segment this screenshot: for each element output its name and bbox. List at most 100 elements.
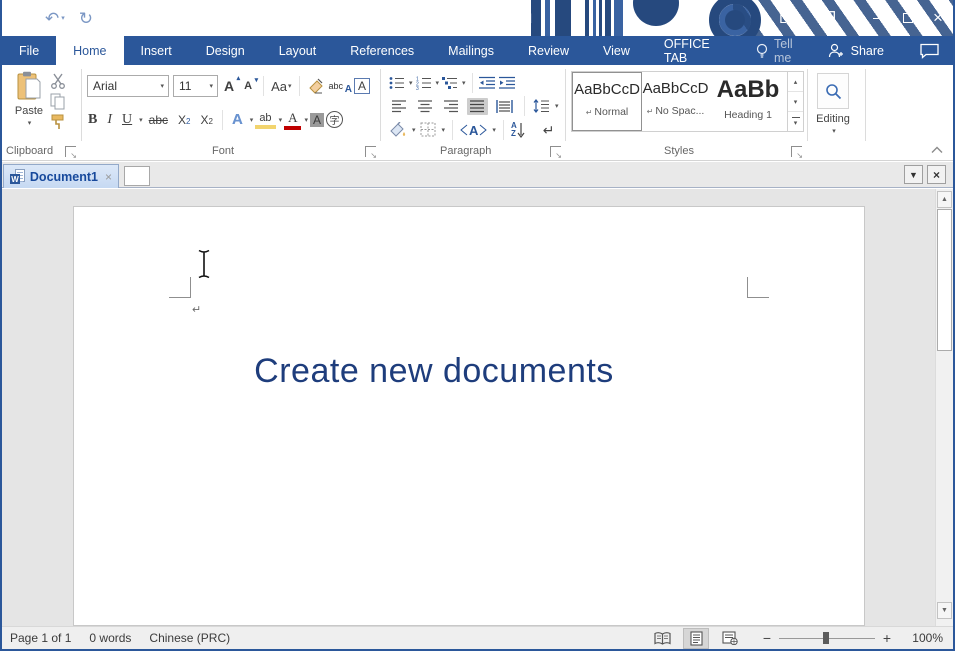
tab-home[interactable]: Home bbox=[56, 36, 123, 65]
align-left-icon[interactable] bbox=[389, 98, 410, 115]
tab-references[interactable]: References bbox=[333, 36, 431, 65]
zoom-in-icon[interactable]: + bbox=[879, 630, 895, 646]
subscript-button[interactable]: X2 bbox=[174, 111, 194, 129]
phonetic-guide-button[interactable]: abcA bbox=[329, 81, 351, 91]
bullets-button[interactable] bbox=[389, 76, 405, 90]
tell-me-box[interactable]: Tell me bbox=[746, 36, 818, 65]
tab-file[interactable]: File bbox=[2, 36, 56, 65]
text-effects-button[interactable]: A bbox=[228, 109, 247, 130]
maximize-button[interactable] bbox=[893, 0, 923, 36]
tab-review[interactable]: Review bbox=[511, 36, 586, 65]
bold-button[interactable]: B bbox=[84, 110, 101, 130]
strikethrough-button[interactable]: abc bbox=[145, 111, 172, 129]
tab-layout[interactable]: Layout bbox=[262, 36, 334, 65]
font-dialog-launcher[interactable] bbox=[365, 146, 376, 157]
page-count[interactable]: Page 1 of 1 bbox=[10, 631, 71, 645]
paragraph-dialog-launcher[interactable] bbox=[550, 146, 561, 157]
font-color-button[interactable]: A bbox=[284, 109, 301, 130]
tab-insert[interactable]: Insert bbox=[124, 36, 189, 65]
document-page[interactable]: ↵ Create new documents bbox=[73, 206, 865, 626]
document-tab-active[interactable]: W Document1 × bbox=[3, 164, 119, 188]
zoom-out-icon[interactable]: − bbox=[759, 630, 775, 646]
scrollbar-thumb[interactable] bbox=[937, 209, 952, 351]
ribbon-display-options-icon[interactable] bbox=[819, 11, 835, 25]
borders-icon[interactable] bbox=[420, 122, 437, 138]
font-color-dropdown[interactable]: ▾ bbox=[304, 116, 308, 124]
align-center-icon[interactable] bbox=[415, 98, 436, 115]
style-heading1[interactable]: AaBb Heading 1 bbox=[709, 72, 787, 131]
tab-design[interactable]: Design bbox=[189, 36, 262, 65]
zoom-slider-handle[interactable] bbox=[823, 632, 829, 644]
italic-button[interactable]: I bbox=[103, 110, 116, 130]
new-document-tab-button[interactable] bbox=[124, 166, 150, 186]
style-no-spacing[interactable]: AaBbCcD ↵No Spac... bbox=[642, 72, 709, 131]
undo-icon[interactable]: ↶▾ bbox=[45, 10, 65, 27]
language-indicator[interactable]: Chinese (PRC) bbox=[149, 631, 230, 645]
align-right-icon[interactable] bbox=[441, 98, 462, 115]
read-mode-icon[interactable] bbox=[649, 628, 675, 649]
tab-view[interactable]: View bbox=[586, 36, 647, 65]
asian-layout-button[interactable]: A bbox=[460, 123, 487, 138]
grow-font-button[interactable]: A▴ bbox=[222, 77, 238, 95]
numbering-dropdown[interactable]: ▾ bbox=[436, 79, 440, 87]
minimize-button[interactable] bbox=[863, 0, 893, 36]
cut-icon[interactable] bbox=[50, 73, 67, 89]
zoom-level[interactable]: 100% bbox=[895, 631, 943, 645]
scroll-down-icon[interactable]: ▼ bbox=[937, 602, 952, 619]
asian-layout-dropdown[interactable]: ▾ bbox=[492, 126, 496, 134]
underline-dropdown[interactable]: ▾ bbox=[139, 116, 143, 124]
style-normal[interactable]: AaBbCcD ↵Normal bbox=[572, 72, 642, 131]
text-effects-dropdown[interactable]: ▾ bbox=[250, 116, 254, 124]
shading-icon[interactable] bbox=[389, 122, 407, 138]
superscript-button[interactable]: X2 bbox=[196, 111, 216, 129]
zoom-slider[interactable] bbox=[779, 631, 875, 645]
decrease-indent-icon[interactable] bbox=[479, 76, 496, 90]
document-canvas[interactable]: ↵ Create new documents ▲ ▼ bbox=[2, 189, 953, 626]
tab-bar-close-icon[interactable]: × bbox=[927, 165, 946, 184]
character-shading-button[interactable]: A bbox=[310, 113, 324, 127]
web-layout-icon[interactable] bbox=[717, 628, 743, 649]
underline-button[interactable]: U bbox=[118, 110, 136, 130]
change-case-button[interactable]: Aa▾ bbox=[271, 79, 291, 94]
distribute-icon[interactable] bbox=[493, 98, 516, 115]
collapse-ribbon-icon[interactable] bbox=[931, 146, 943, 154]
justify-icon[interactable] bbox=[467, 98, 488, 115]
editing-dropdown[interactable]: ▾ bbox=[809, 127, 859, 135]
tab-office-tab[interactable]: OFFICE TAB bbox=[647, 36, 746, 65]
print-layout-icon[interactable] bbox=[683, 628, 709, 649]
styles-scroll-down-icon[interactable]: ▾ bbox=[788, 92, 803, 112]
highlight-color-button[interactable]: ab bbox=[255, 111, 275, 129]
redo-icon[interactable]: ↻ bbox=[79, 10, 93, 27]
multilevel-dropdown[interactable]: ▾ bbox=[462, 79, 466, 87]
highlight-dropdown[interactable]: ▾ bbox=[279, 116, 283, 124]
paste-button[interactable]: Paste ▾ bbox=[10, 71, 48, 127]
tab-mailings[interactable]: Mailings bbox=[431, 36, 511, 65]
user-initials[interactable]: LJ bbox=[779, 11, 793, 26]
clear-formatting-icon[interactable] bbox=[307, 78, 325, 94]
clipboard-dialog-launcher[interactable] bbox=[65, 146, 76, 157]
customize-quick-access-icon[interactable]: ▾ bbox=[107, 14, 116, 22]
sort-button[interactable]: AZ bbox=[511, 122, 525, 138]
character-border-button[interactable]: A bbox=[354, 78, 370, 94]
scroll-up-icon[interactable]: ▲ bbox=[937, 191, 952, 208]
editing-find-button[interactable] bbox=[817, 73, 849, 109]
bullets-dropdown[interactable]: ▾ bbox=[409, 79, 413, 87]
enclose-characters-button[interactable]: 字 bbox=[326, 111, 343, 128]
comments-icon[interactable] bbox=[908, 36, 951, 65]
share-button[interactable]: Share bbox=[818, 36, 894, 65]
vertical-scrollbar[interactable]: ▲ ▼ bbox=[935, 189, 953, 626]
styles-dialog-launcher[interactable] bbox=[791, 146, 802, 157]
shrink-font-button[interactable]: A▾ bbox=[242, 79, 256, 93]
document-tab-close-icon[interactable]: × bbox=[105, 170, 112, 184]
close-button[interactable]: × bbox=[923, 0, 953, 36]
styles-more-icon[interactable]: ▾ bbox=[788, 112, 803, 131]
word-count[interactable]: 0 words bbox=[89, 631, 131, 645]
line-spacing-icon[interactable] bbox=[533, 99, 549, 113]
increase-indent-icon[interactable] bbox=[499, 76, 516, 90]
show-hide-marks-button[interactable]: ↵ bbox=[543, 122, 555, 139]
copy-icon[interactable] bbox=[50, 93, 66, 110]
borders-dropdown[interactable]: ▾ bbox=[442, 126, 446, 134]
line-spacing-dropdown[interactable]: ▾ bbox=[555, 102, 559, 110]
tab-list-dropdown-icon[interactable]: ▼ bbox=[904, 165, 923, 184]
format-painter-icon[interactable] bbox=[50, 114, 66, 131]
